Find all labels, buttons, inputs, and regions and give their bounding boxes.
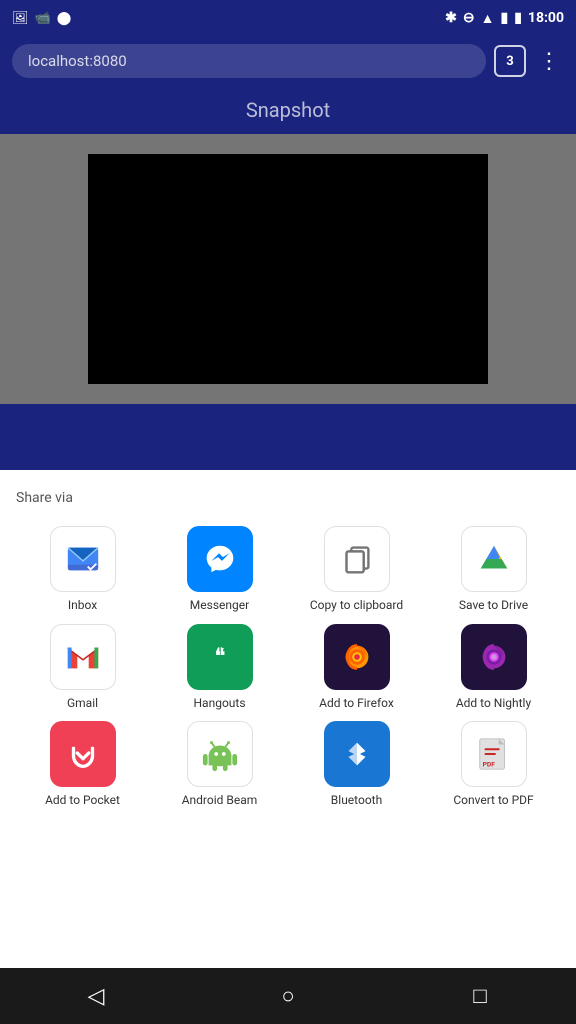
bluetooth-icon	[324, 721, 390, 787]
wifi-icon: ▲	[481, 10, 495, 27]
inbox-icon	[50, 526, 116, 592]
battery-icon: ▮	[514, 10, 522, 26]
messenger-icon	[187, 526, 253, 592]
firefox-icon	[324, 624, 390, 690]
share-item-firefox[interactable]: Add to Firefox	[290, 624, 423, 712]
share-item-convert[interactable]: PDF Convert to PDF	[427, 721, 560, 809]
pocket-icon	[50, 721, 116, 787]
video-icon: 📹	[35, 11, 51, 26]
nightly-icon	[461, 624, 527, 690]
convert-label: Convert to PDF	[453, 793, 533, 809]
share-sheet: Share via Inbox	[0, 470, 576, 968]
drive-label: Save to Drive	[459, 598, 528, 614]
hangouts-icon: " ❝	[187, 624, 253, 690]
bluetooth-status-icon: ✱	[445, 10, 457, 26]
firefox-label: Add to Firefox	[319, 696, 394, 712]
status-bar-right: ✱ ⊖ ▲ ▮ ▮ 18:00	[445, 10, 564, 27]
back-button[interactable]: ◁	[66, 968, 126, 1024]
convert-icon: PDF	[461, 721, 527, 787]
share-item-gmail[interactable]: Gmail	[16, 624, 149, 712]
time-display: 18:00	[528, 10, 564, 26]
share-item-nightly[interactable]: Add to Nightly	[427, 624, 560, 712]
svg-text:❝: ❝	[214, 645, 225, 669]
nightly-label: Add to Nightly	[456, 696, 531, 712]
share-via-label: Share via	[16, 490, 560, 506]
svg-text:PDF: PDF	[482, 761, 495, 769]
android-beam-label: Android Beam	[182, 793, 258, 809]
share-item-clipboard[interactable]: Copy to clipboard	[290, 526, 423, 614]
clipboard-label: Copy to clipboard	[310, 598, 403, 614]
pocket-label: Add to Pocket	[45, 793, 120, 809]
no-disturb-icon: ⊖	[463, 10, 475, 26]
signal-icon: ▮	[500, 10, 508, 26]
page-title: Snapshot	[0, 86, 576, 134]
share-item-inbox[interactable]: Inbox	[16, 526, 149, 614]
home-button[interactable]: ○	[258, 968, 318, 1024]
circle-icon: ⬤	[57, 11, 72, 26]
share-item-messenger[interactable]: Messenger	[153, 526, 286, 614]
gmail-label: Gmail	[67, 696, 98, 712]
status-bar-left: 🖼 📹 ⬤	[12, 11, 71, 26]
nav-bar: ◁ ○ □	[0, 968, 576, 1024]
bluetooth-label: Bluetooth	[331, 793, 382, 809]
photo-icon: 🖼	[12, 11, 29, 26]
share-item-hangouts[interactable]: " ❝ Hangouts	[153, 624, 286, 712]
status-bar: 🖼 📹 ⬤ ✱ ⊖ ▲ ▮ ▮ 18:00	[0, 0, 576, 36]
share-item-drive[interactable]: Save to Drive	[427, 526, 560, 614]
url-bar[interactable]: localhost:8080	[12, 44, 486, 78]
inbox-label: Inbox	[68, 598, 97, 614]
hangouts-label: Hangouts	[193, 696, 245, 712]
android-icon	[187, 721, 253, 787]
share-item-android-beam[interactable]: Android Beam	[153, 721, 286, 809]
share-item-pocket[interactable]: Add to Pocket	[16, 721, 149, 809]
messenger-label: Messenger	[190, 598, 249, 614]
tab-count[interactable]: 3	[494, 45, 526, 77]
gmail-icon	[50, 624, 116, 690]
content-area	[0, 134, 576, 404]
recent-button[interactable]: □	[450, 968, 510, 1024]
clipboard-icon	[324, 526, 390, 592]
browser-menu-button[interactable]: ⋮	[534, 45, 564, 78]
browser-bar: localhost:8080 3 ⋮	[0, 36, 576, 86]
share-item-bluetooth[interactable]: Bluetooth	[290, 721, 423, 809]
share-grid: Inbox Messenger	[16, 526, 560, 817]
drive-icon	[461, 526, 527, 592]
snapshot-preview	[88, 154, 488, 384]
